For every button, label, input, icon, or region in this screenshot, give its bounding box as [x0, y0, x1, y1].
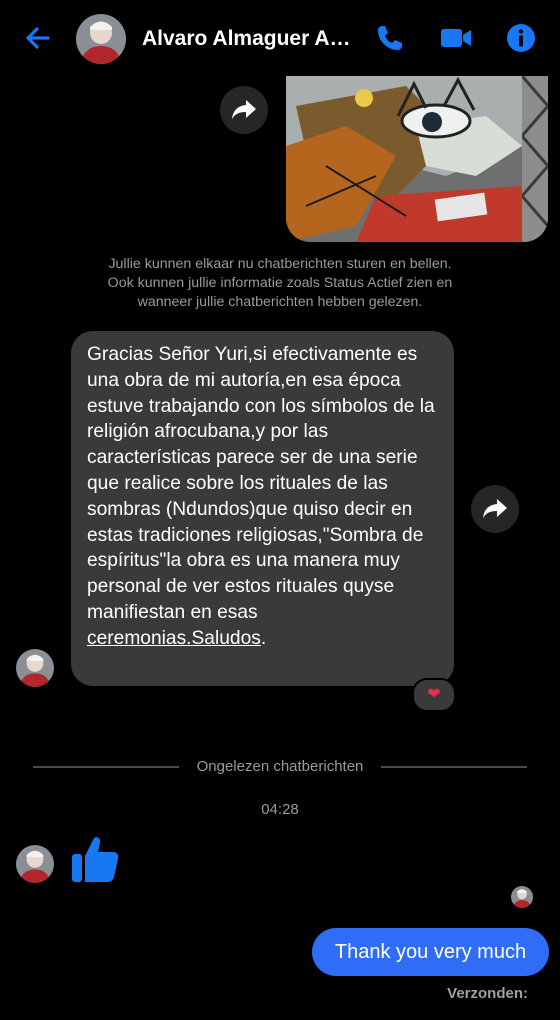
delivery-status: Verzonden:	[447, 985, 528, 1002]
message-text: Gracias Señor Yuri,si efectivamente es u…	[87, 344, 435, 623]
divider-line-right	[381, 766, 527, 768]
outgoing-message-bubble[interactable]: Thank you very much	[312, 928, 549, 976]
message-text-end: .	[260, 627, 267, 649]
sender-avatar[interactable]	[16, 845, 54, 883]
heart-reaction-icon[interactable]: ❤	[412, 678, 456, 712]
sender-avatar[interactable]	[16, 649, 54, 687]
connection-notice: Jullie kunnen elkaar nu chatberichten st…	[107, 256, 453, 310]
contact-avatar[interactable]	[76, 14, 126, 64]
message-link[interactable]: ceremonias.Saludos	[87, 628, 261, 649]
info-icon[interactable]	[505, 22, 537, 54]
forward-button[interactable]	[220, 86, 268, 134]
shared-artwork-image[interactable]	[286, 76, 548, 242]
phone-icon[interactable]	[374, 22, 406, 54]
arrow-left-icon[interactable]	[22, 22, 54, 54]
chat-header: Alvaro Almaguer Al...	[0, 0, 560, 76]
video-camera-icon[interactable]	[440, 22, 472, 54]
thumbs-up-icon[interactable]	[70, 834, 120, 884]
forward-button[interactable]	[471, 485, 519, 533]
message-timestamp: 04:28	[261, 801, 299, 818]
incoming-message-bubble[interactable]: Gracias Señor Yuri,si efectivamente es u…	[71, 331, 454, 686]
contact-name[interactable]: Alvaro Almaguer Al...	[142, 27, 352, 51]
read-receipt-avatar	[511, 886, 533, 908]
share-arrow-icon	[232, 100, 256, 119]
unread-divider: Ongelezen chatberichten	[196, 758, 364, 775]
share-arrow-icon	[483, 499, 507, 518]
